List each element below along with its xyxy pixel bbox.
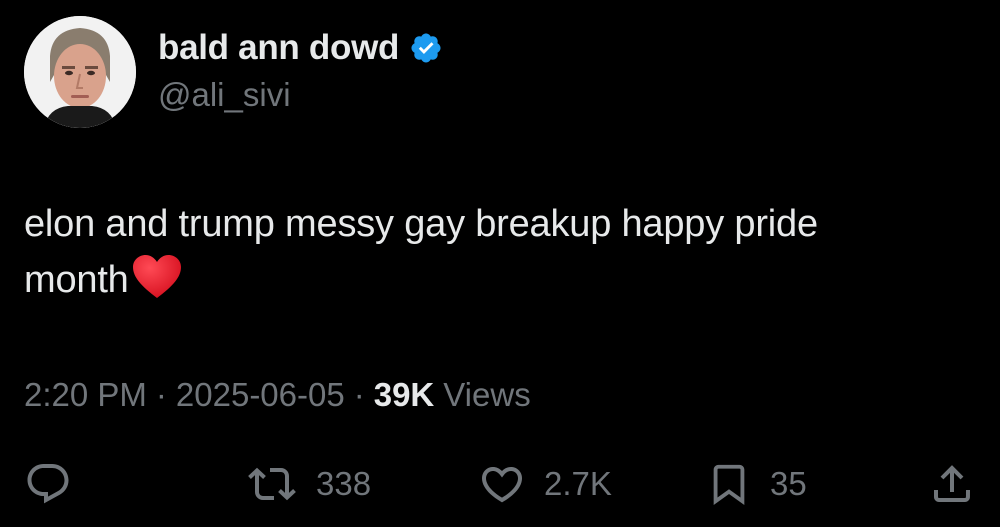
red-heart-emoji-icon <box>131 254 183 300</box>
views-count: 39K <box>373 376 435 413</box>
heart-icon <box>478 460 526 508</box>
reply-button[interactable] <box>24 452 72 516</box>
like-count: 2.7K <box>544 465 612 502</box>
author-name-row: bald ann dowd <box>158 26 443 70</box>
tweet-meta: 2:20 PM · 2025-06-05 · 39K Views <box>24 376 531 414</box>
retweet-button[interactable]: 338 <box>246 452 371 516</box>
avatar[interactable] <box>24 16 136 128</box>
meta-separator: · <box>155 376 167 413</box>
reply-icon <box>24 460 72 508</box>
share-icon <box>928 460 976 508</box>
tweet-text: elon and trump messy gay breakup happy p… <box>24 196 974 308</box>
retweet-icon <box>246 460 298 508</box>
bookmark-button[interactable]: 35 <box>706 452 807 516</box>
author-handle[interactable]: @ali_sivi <box>158 76 291 114</box>
retweet-count: 338 <box>316 465 372 502</box>
share-button[interactable] <box>928 452 976 516</box>
bookmark-count: 35 <box>770 465 807 502</box>
like-button[interactable]: 2.7K <box>478 452 612 516</box>
display-name[interactable]: bald ann dowd <box>158 28 399 68</box>
tweet-text-line2: month <box>24 259 129 301</box>
tweet-time[interactable]: 2:20 PM <box>24 376 147 414</box>
tweet-date[interactable]: 2025-06-05 <box>176 376 345 414</box>
verified-badge-icon <box>409 31 443 65</box>
tweet-text-line1: elon and trump messy gay breakup happy p… <box>24 203 818 245</box>
tweet: bald ann dowd @ali_sivi elon and trump m… <box>0 0 1000 527</box>
meta-separator: · <box>353 376 365 413</box>
views-label: Views <box>443 376 531 413</box>
action-bar: 338 2.7K 35 <box>0 452 1000 516</box>
bookmark-icon <box>706 460 752 508</box>
